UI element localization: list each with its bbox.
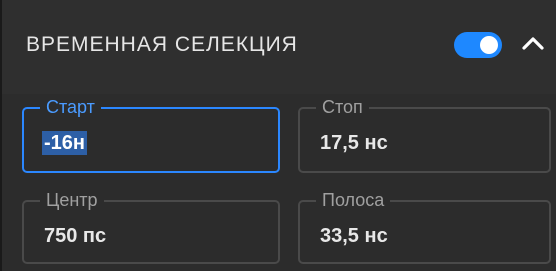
stop-label: Стоп [316, 96, 369, 118]
span-label: Полоса [316, 189, 391, 211]
span-field[interactable]: Полоса 33,5 нс [298, 189, 551, 264]
start-field[interactable]: Старт -16н [22, 96, 280, 173]
time-gating-panel: ВРЕМЕННАЯ СЕЛЕКЦИЯ Старт -16н Стоп 17,5 … [0, 0, 556, 271]
stop-value-input[interactable]: 17,5 нс [320, 131, 388, 155]
start-value-input[interactable]: -16н [42, 131, 87, 155]
time-gating-toggle[interactable] [454, 32, 502, 58]
center-label: Центр [40, 189, 104, 211]
chevron-up-icon[interactable] [519, 30, 547, 58]
toggle-knob [480, 36, 498, 54]
section-header: ВРЕМЕННАЯ СЕЛЕКЦИЯ [2, 0, 556, 94]
center-value-input[interactable]: 750 пс [44, 224, 106, 248]
span-value-input[interactable]: 33,5 нс [320, 224, 388, 248]
stop-field[interactable]: Стоп 17,5 нс [298, 96, 551, 173]
section-title: ВРЕМЕННАЯ СЕЛЕКЦИЯ [26, 33, 298, 56]
center-field[interactable]: Центр 750 пс [22, 189, 280, 264]
start-label: Старт [40, 96, 101, 118]
